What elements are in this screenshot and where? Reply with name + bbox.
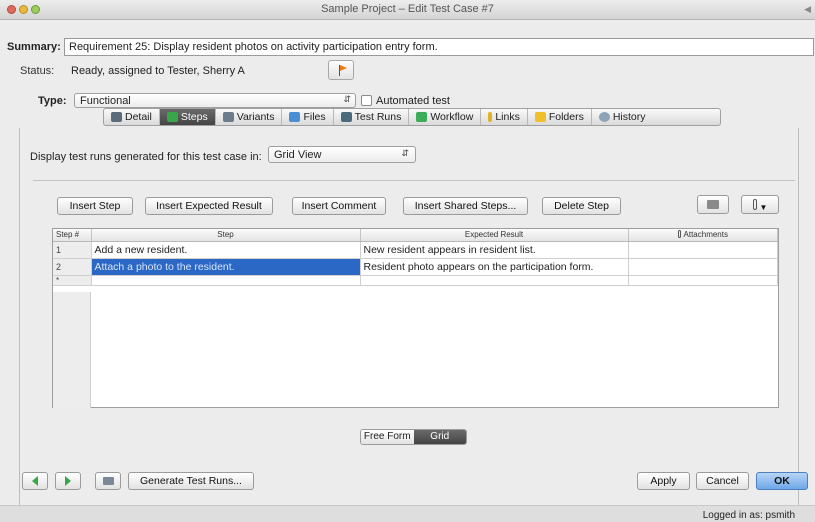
tab-label: Steps bbox=[180, 111, 208, 123]
summary-field[interactable]: Requirement 25: Display resident photos … bbox=[64, 38, 814, 56]
tab-history[interactable]: History bbox=[592, 109, 653, 125]
window-title: Sample Project – Edit Test Case #7 bbox=[321, 3, 494, 15]
new-row-marker[interactable]: * bbox=[53, 275, 92, 286]
tab-label: Files bbox=[303, 111, 326, 123]
printer-icon bbox=[707, 200, 719, 209]
tab-links[interactable]: Links bbox=[481, 109, 528, 125]
tab-steps[interactable]: Steps bbox=[159, 109, 216, 125]
col-header-attachments-label: Attachments bbox=[683, 230, 728, 240]
next-button[interactable] bbox=[55, 472, 81, 490]
tab-label: Links bbox=[495, 111, 520, 123]
workflow-icon bbox=[416, 112, 428, 122]
insert-comment-button[interactable]: Insert Comment bbox=[292, 197, 386, 215]
folders-icon bbox=[534, 112, 546, 122]
files-icon bbox=[289, 112, 301, 122]
step-cell[interactable]: Add a new resident. bbox=[91, 241, 361, 259]
title-bar: Sample Project – Edit Test Case #7 ◀ bbox=[0, 0, 815, 20]
select-arrows-icon: ⇵ bbox=[343, 94, 351, 104]
insert-shared-steps-button[interactable]: Insert Shared Steps... bbox=[403, 197, 528, 215]
summary-label: Summary: bbox=[7, 41, 61, 53]
detail-icon bbox=[111, 112, 122, 122]
tab-label: Workflow bbox=[430, 111, 474, 123]
variants-icon bbox=[222, 112, 234, 122]
tab-label: Variants bbox=[236, 111, 275, 123]
display-runs-label: Display test runs generated for this tes… bbox=[30, 151, 262, 163]
type-select[interactable]: Functional ⇵ bbox=[74, 93, 356, 108]
expected-result-cell[interactable]: New resident appears in resident list. bbox=[360, 241, 629, 259]
edit-test-case-window: Sample Project – Edit Test Case #7 ◀ Sum… bbox=[0, 0, 815, 522]
free-form-mode-button[interactable]: Free Form bbox=[361, 430, 414, 444]
arrow-left-icon bbox=[32, 476, 38, 486]
steps-table: Step # Step Expected Result Attachments … bbox=[53, 229, 778, 286]
insert-expected-result-button[interactable]: Insert Expected Result bbox=[145, 197, 273, 215]
tab-label: Folders bbox=[548, 111, 584, 123]
status-label: Status: bbox=[20, 65, 55, 77]
view-select[interactable]: Grid View ⇵ bbox=[268, 146, 416, 163]
arrow-right-icon bbox=[65, 476, 71, 486]
new-expected-cell[interactable] bbox=[360, 275, 629, 286]
col-header-step-num[interactable]: Step # bbox=[53, 229, 92, 242]
table-row[interactable]: 2 Attach a photo to the resident. Reside… bbox=[53, 258, 778, 276]
flag-icon bbox=[340, 65, 347, 71]
step-number-cell[interactable]: 1 bbox=[53, 241, 92, 259]
test-runs-icon bbox=[340, 112, 352, 122]
attachment-icon bbox=[752, 199, 757, 210]
row-header-column bbox=[53, 292, 91, 408]
attachments-cell[interactable] bbox=[628, 241, 778, 259]
tab-test-runs[interactable]: Test Runs bbox=[334, 109, 410, 125]
apply-button[interactable]: Apply bbox=[637, 472, 690, 490]
table-header-row: Step # Step Expected Result Attachments bbox=[53, 229, 778, 242]
attachments-cell[interactable] bbox=[628, 258, 778, 276]
cancel-button[interactable]: Cancel bbox=[696, 472, 749, 490]
tab-variants[interactable]: Variants bbox=[216, 109, 283, 125]
print-grid-button[interactable] bbox=[697, 195, 729, 214]
table-row[interactable]: 1 Add a new resident. New resident appea… bbox=[53, 241, 778, 259]
grid-mode-button[interactable]: Grid bbox=[413, 430, 466, 444]
automated-test-checkbox[interactable] bbox=[361, 95, 372, 106]
step-cell-selected[interactable]: Attach a photo to the resident. bbox=[91, 258, 361, 276]
printer-icon bbox=[102, 477, 114, 485]
view-select-value: Grid View bbox=[274, 149, 322, 161]
generate-test-runs-button[interactable]: Generate Test Runs... bbox=[128, 472, 254, 490]
column-options-button[interactable]: ▼ bbox=[741, 195, 779, 214]
step-number-cell[interactable]: 2 bbox=[53, 258, 92, 276]
type-select-value: Functional bbox=[80, 95, 131, 107]
links-icon bbox=[488, 112, 493, 122]
tab-label: Detail bbox=[125, 111, 152, 123]
select-arrows-icon: ⇵ bbox=[401, 148, 409, 158]
tab-files[interactable]: Files bbox=[282, 109, 334, 125]
col-header-attachments[interactable]: Attachments bbox=[628, 229, 778, 242]
tab-workflow[interactable]: Workflow bbox=[409, 109, 482, 125]
tab-bar: Detail Steps Variants Files Test Runs Wo… bbox=[103, 108, 721, 126]
new-row[interactable]: * bbox=[53, 275, 778, 286]
print-button[interactable] bbox=[95, 472, 121, 490]
new-step-cell[interactable] bbox=[91, 275, 361, 286]
tab-folders[interactable]: Folders bbox=[528, 109, 592, 125]
edit-mode-toggle: Free Form Grid bbox=[360, 429, 467, 445]
flag-button[interactable] bbox=[328, 60, 354, 80]
chevron-down-icon: ▼ bbox=[759, 203, 768, 212]
tab-label: History bbox=[612, 111, 646, 123]
history-icon bbox=[598, 112, 610, 122]
status-value: Ready, assigned to Tester, Sherry A bbox=[71, 65, 245, 77]
steps-grid: Step # Step Expected Result Attachments … bbox=[52, 228, 779, 408]
insert-step-button[interactable]: Insert Step bbox=[57, 197, 133, 215]
delete-step-button[interactable]: Delete Step bbox=[542, 197, 621, 215]
status-bar bbox=[0, 505, 815, 522]
attachment-icon bbox=[677, 230, 681, 239]
type-label: Type: bbox=[38, 95, 67, 107]
automated-test-label: Automated test bbox=[376, 95, 450, 107]
col-header-expected-result[interactable]: Expected Result bbox=[360, 229, 629, 242]
steps-icon bbox=[166, 112, 178, 122]
previous-button[interactable] bbox=[22, 472, 48, 490]
ok-button[interactable]: OK bbox=[756, 472, 808, 490]
col-header-step[interactable]: Step bbox=[91, 229, 361, 242]
tab-detail[interactable]: Detail bbox=[104, 109, 160, 125]
logged-in-label: Logged in as: psmith bbox=[702, 510, 795, 521]
toolbar-toggle-icon[interactable]: ◀ bbox=[804, 4, 811, 15]
new-attachments-cell[interactable] bbox=[628, 275, 778, 286]
expected-result-cell[interactable]: Resident photo appears on the participat… bbox=[360, 258, 629, 276]
tab-label: Test Runs bbox=[354, 111, 402, 123]
